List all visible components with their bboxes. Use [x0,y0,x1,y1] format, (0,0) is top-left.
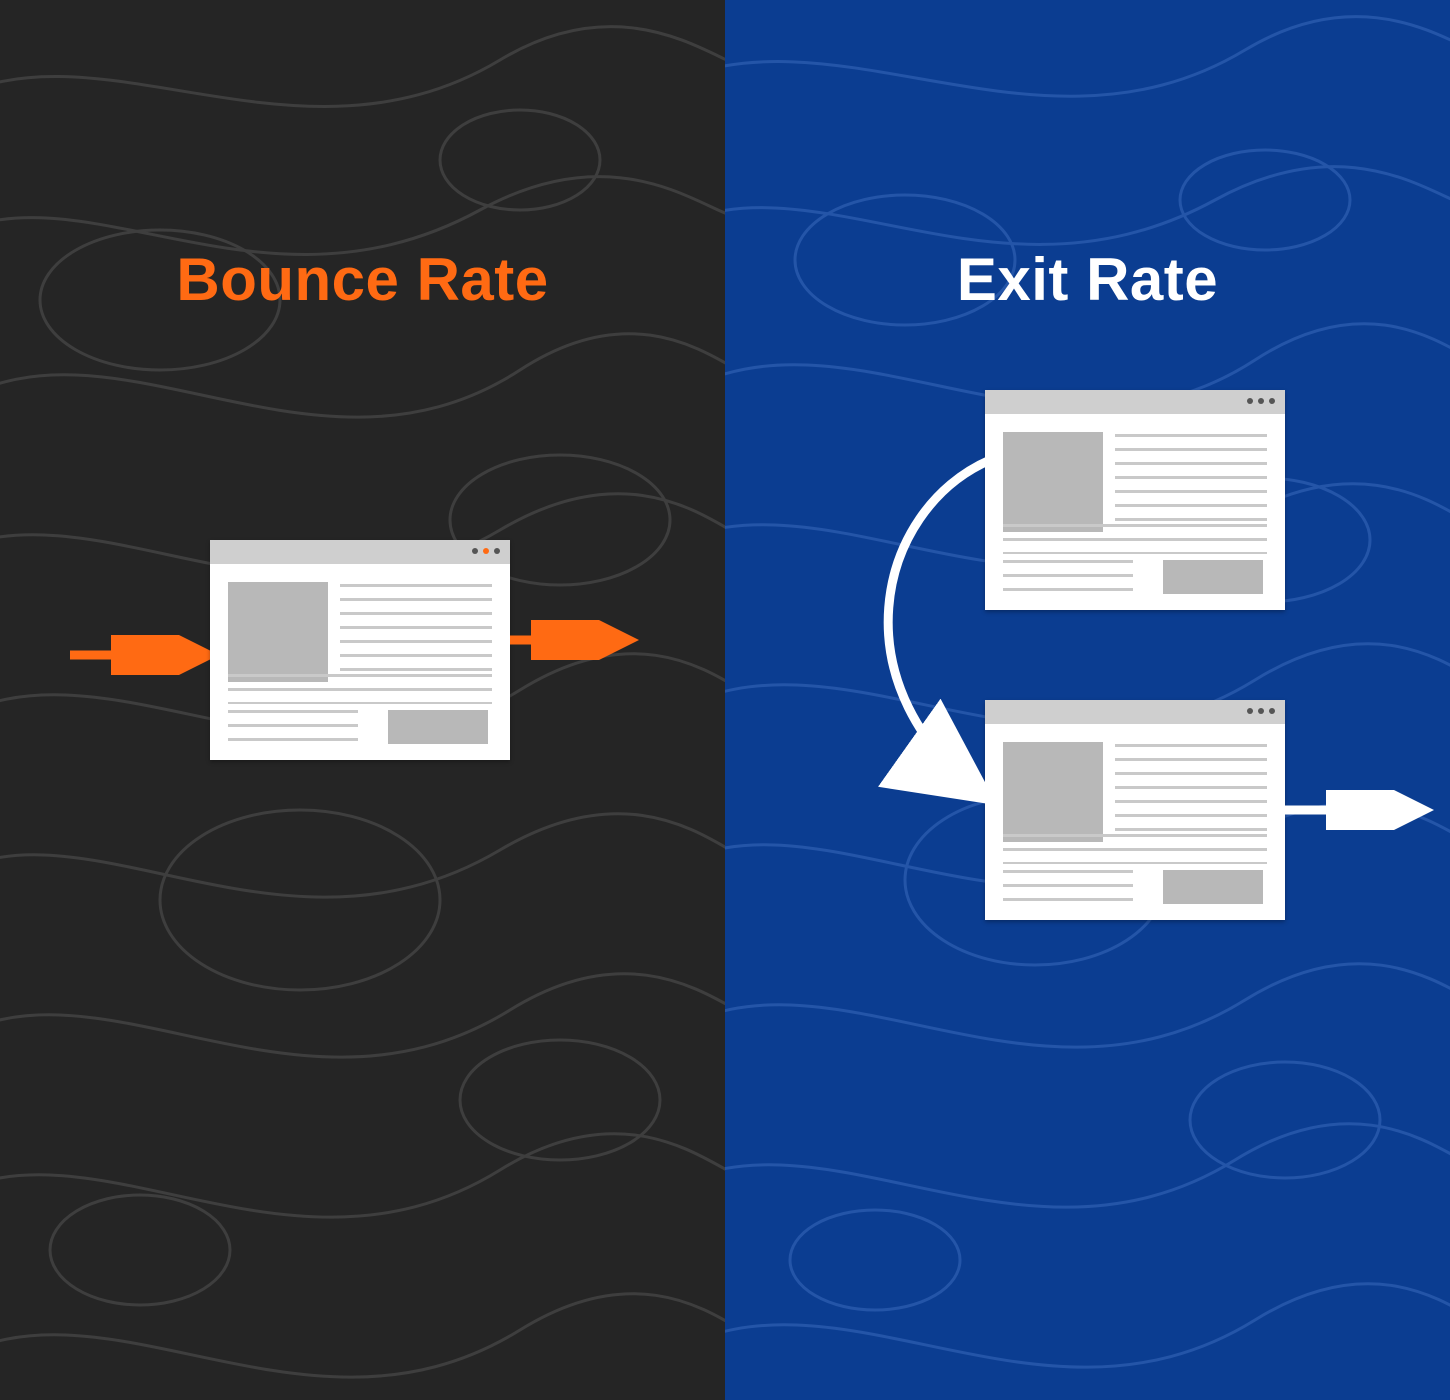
arrow-out-icon [510,620,650,660]
curved-arrow-down-icon [835,430,1035,830]
exit-rate-title: Exit Rate [725,245,1450,314]
bounce-diagram [0,520,725,780]
panel-bounce-rate: Bounce Rate [0,0,725,1400]
arrow-out-icon [1285,790,1445,830]
arrow-in-icon [70,635,230,675]
browser-window-icon [210,540,510,760]
diagram-root: Bounce Rate [0,0,1450,1400]
bounce-rate-title: Bounce Rate [0,245,725,314]
panel-exit-rate: Exit Rate [725,0,1450,1400]
exit-diagram [725,370,1450,950]
